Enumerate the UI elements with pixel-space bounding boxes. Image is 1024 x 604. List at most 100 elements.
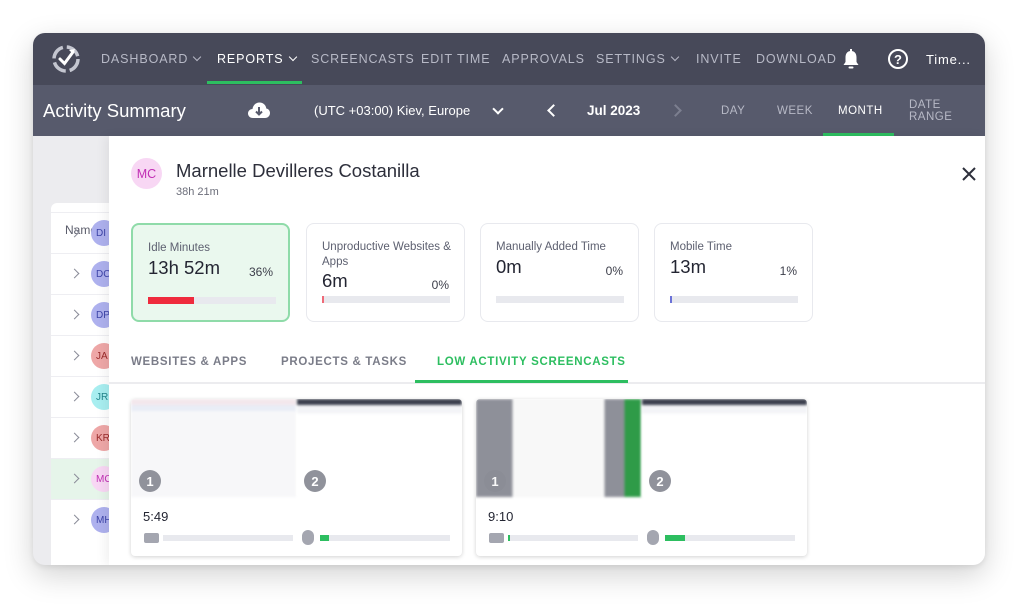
metric-label: Idle Minutes xyxy=(148,242,211,254)
avatar: MC xyxy=(131,158,162,189)
nav-label: INVITE xyxy=(696,52,742,66)
chevron-right-icon[interactable] xyxy=(69,391,80,402)
range-tab-month[interactable]: MONTH xyxy=(838,85,883,136)
metric-progress-bar xyxy=(496,296,624,303)
nav-dashboard[interactable]: DASHBOARD xyxy=(101,33,202,85)
nav-edit-time[interactable]: EDIT TIME xyxy=(421,33,490,85)
nav-screencasts[interactable]: SCREENCASTS xyxy=(311,33,415,85)
keyboard-icon xyxy=(489,533,504,543)
metric-percent: 0% xyxy=(431,278,449,292)
tab-projects-tasks[interactable]: PROJECTS & TASKS xyxy=(281,342,407,382)
metric-progress-bar xyxy=(148,297,276,304)
range-tab-day[interactable]: DAY xyxy=(721,85,745,136)
help-icon[interactable]: ? xyxy=(888,49,908,69)
metric-percent: 0% xyxy=(605,264,623,278)
nav-download[interactable]: DOWNLOAD xyxy=(756,33,837,85)
nav-label: REPORTS xyxy=(217,52,284,66)
metric-percent: 36% xyxy=(248,265,273,279)
user-menu-label: Time... xyxy=(926,51,971,67)
screencast-card[interactable]: 1 2 9:10 xyxy=(476,399,807,556)
nav-label: EDIT TIME xyxy=(421,52,491,66)
mouse-activity-fill xyxy=(320,535,330,541)
chevron-down-icon xyxy=(288,52,297,62)
app-logo-icon[interactable] xyxy=(49,42,83,76)
thumbnail-number: 2 xyxy=(304,470,326,492)
nav-label: SETTINGS xyxy=(596,52,666,66)
mouse-activity-bar xyxy=(320,535,450,541)
chevron-right-icon[interactable] xyxy=(69,350,80,361)
metric-progress-bar xyxy=(670,296,798,303)
help-glyph: ? xyxy=(894,51,902,67)
mouse-icon xyxy=(647,530,659,545)
metric-value: 6m xyxy=(322,270,348,291)
metric-value: 0m xyxy=(496,256,522,277)
keyboard-activity-bar xyxy=(508,535,638,541)
chevron-right-icon[interactable] xyxy=(69,514,80,525)
screencast-card[interactable]: 1 2 5:49 xyxy=(131,399,462,556)
thumbnail-number: 1 xyxy=(139,470,161,492)
timezone-select[interactable]: (UTC +03:00) Kiev, Europe xyxy=(314,85,470,136)
bell-icon[interactable] xyxy=(841,49,861,71)
chevron-right-icon[interactable] xyxy=(69,309,80,320)
app-window: DASHBOARD REPORTS SCREENCASTS EDIT TIME … xyxy=(33,33,985,565)
metric-progress-fill xyxy=(322,296,324,303)
page-title: Activity Summary xyxy=(43,99,186,121)
chevron-right-icon[interactable] xyxy=(69,227,80,238)
nav-label: DASHBOARD xyxy=(101,52,189,66)
range-tab-date-range[interactable]: DATE RANGE xyxy=(909,85,985,136)
nav-active-indicator xyxy=(207,81,302,84)
tab-websites-apps[interactable]: WEBSITES & APPS xyxy=(131,342,247,382)
nav-reports[interactable]: REPORTS xyxy=(217,33,297,85)
metric-label: Mobile Time xyxy=(670,241,732,253)
keyboard-icon xyxy=(144,533,159,543)
tab-active-indicator xyxy=(415,380,628,383)
metric-card[interactable]: Mobile Time 13m 1% xyxy=(654,223,813,322)
metric-percent: 1% xyxy=(779,264,797,278)
metric-progress-fill xyxy=(670,296,672,303)
thumbnail-number: 2 xyxy=(649,470,671,492)
thumbnail-number: 1 xyxy=(484,470,506,492)
nav-label: SCREENCASTS xyxy=(311,52,415,66)
employee-name: Marnelle Devilleres Costanilla xyxy=(176,160,420,181)
metric-card[interactable]: Unproductive Websites & Apps 6m 0% xyxy=(306,223,465,322)
nav-settings[interactable]: SETTINGS xyxy=(596,33,679,85)
metric-progress-fill xyxy=(148,297,195,304)
top-navigation: DASHBOARD REPORTS SCREENCASTS EDIT TIME … xyxy=(33,33,985,85)
cloud-download-icon[interactable] xyxy=(247,101,271,119)
tab-low-activity-screencasts[interactable]: LOW ACTIVITY SCREENCASTS xyxy=(437,342,626,382)
screencast-time: 9:10 xyxy=(488,509,514,524)
chevron-right-icon[interactable] xyxy=(69,473,80,484)
nav-label: APPROVALS xyxy=(502,52,585,66)
metric-value: 13h 52m xyxy=(148,257,220,278)
timezone-value: (UTC +03:00) Kiev, Europe xyxy=(314,103,471,118)
current-period: Jul 2023 xyxy=(587,103,641,118)
close-icon[interactable] xyxy=(961,166,977,182)
mouse-activity-fill xyxy=(665,535,685,541)
mouse-icon xyxy=(302,530,314,545)
user-menu[interactable]: Time... xyxy=(926,33,971,85)
metric-card[interactable]: Manually Added Time 0m 0% xyxy=(480,223,639,322)
keyboard-activity-bar xyxy=(163,535,293,541)
chevron-down-icon[interactable] xyxy=(492,103,504,115)
metric-value: 13m xyxy=(670,256,706,277)
nav-label: DOWNLOAD xyxy=(756,52,837,66)
screencast-time: 5:49 xyxy=(143,509,169,524)
chevron-right-icon[interactable] xyxy=(69,432,80,443)
metric-label: Unproductive Websites & Apps xyxy=(322,241,451,268)
next-period-button[interactable] xyxy=(669,104,682,117)
keyboard-activity-fill xyxy=(508,535,510,541)
range-tab-week[interactable]: WEEK xyxy=(777,85,813,136)
metric-progress-bar xyxy=(322,296,450,303)
metric-label: Manually Added Time xyxy=(496,241,606,253)
chevron-down-icon xyxy=(670,52,679,62)
chevron-down-icon xyxy=(193,52,202,62)
nav-approvals[interactable]: APPROVALS xyxy=(502,33,585,85)
mouse-activity-bar xyxy=(665,535,795,541)
employee-total-time: 38h 21m xyxy=(176,186,219,198)
nav-invite[interactable]: INVITE xyxy=(696,33,742,85)
chevron-right-icon[interactable] xyxy=(69,268,80,279)
report-toolbar: Activity Summary (UTC +03:00) Kiev, Euro… xyxy=(33,85,985,136)
employee-detail-panel: MC Marnelle Devilleres Costanilla 38h 21… xyxy=(109,136,985,565)
metric-card[interactable]: Idle Minutes 13h 52m 36% xyxy=(131,223,290,322)
previous-period-button[interactable] xyxy=(547,104,560,117)
